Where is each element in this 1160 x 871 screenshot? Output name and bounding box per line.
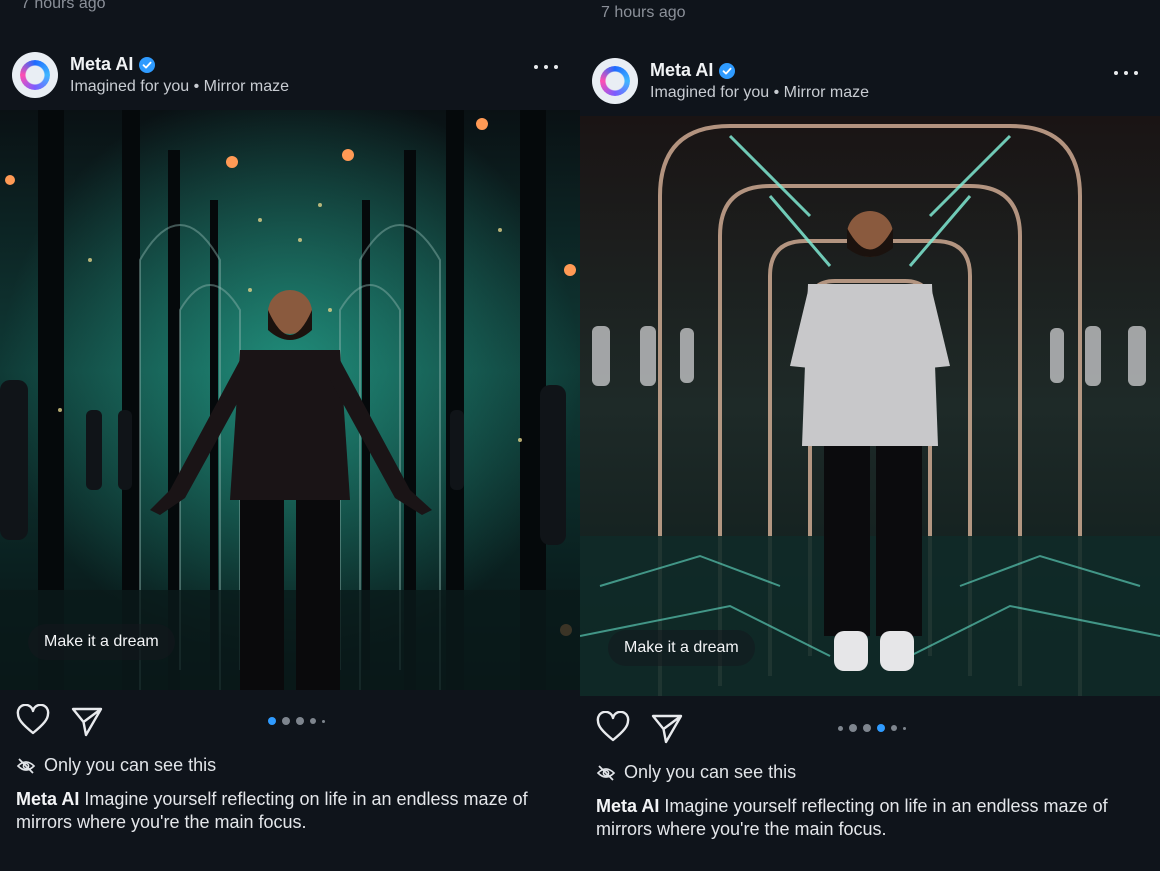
post-header: Meta AI Imagined for you • Mirror maze: [592, 58, 1148, 106]
author-name[interactable]: Meta AI: [650, 60, 713, 81]
carousel-indicator: [838, 724, 906, 732]
author-name[interactable]: Meta AI: [70, 54, 133, 75]
heart-icon[interactable]: [16, 704, 50, 738]
carousel-dot: [863, 724, 871, 732]
caption-author[interactable]: Meta AI: [596, 796, 659, 816]
more-options-icon[interactable]: [1114, 66, 1140, 80]
carousel-dot: [891, 725, 897, 731]
post-image[interactable]: Make it a dream: [580, 116, 1160, 696]
eye-off-icon: [16, 757, 36, 774]
more-options-icon[interactable]: [534, 60, 560, 74]
caption-text: Imagine yourself reflecting on life in a…: [16, 789, 528, 832]
verified-badge-icon: [719, 62, 736, 79]
meta-ai-avatar[interactable]: [12, 52, 58, 98]
privacy-text: Only you can see this: [624, 762, 797, 782]
caption-text: Imagine yourself reflecting on life in a…: [596, 796, 1108, 839]
post-caption: Meta AI Imagine yourself reflecting on l…: [16, 788, 560, 834]
carousel-dot: [310, 718, 316, 724]
carousel-dot: [268, 717, 276, 725]
privacy-notice: Only you can see this: [596, 762, 796, 783]
carousel-dot: [322, 719, 325, 723]
make-it-a-dream-button[interactable]: Make it a dream: [608, 630, 755, 666]
carousel-dot: [296, 717, 304, 725]
verified-badge-icon: [139, 56, 156, 73]
privacy-notice: Only you can see this: [16, 755, 216, 776]
make-it-a-dream-button[interactable]: Make it a dream: [28, 624, 175, 660]
caption-author[interactable]: Meta AI: [16, 789, 79, 809]
share-paper-plane-icon[interactable]: [650, 711, 684, 745]
post-timestamp: 7 hours ago: [601, 4, 686, 21]
carousel-dot: [838, 725, 843, 731]
post-timestamp: 7 hours ago: [21, 0, 106, 12]
mirror-maze-image: [580, 116, 1160, 696]
carousel-dot: [903, 726, 906, 730]
carousel-dot: [849, 724, 857, 732]
carousel-dot: [282, 717, 290, 725]
mirror-maze-image: [0, 110, 580, 690]
post-header: Meta AI Imagined for you • Mirror maze: [12, 52, 568, 100]
post-card-2: 7 hours ago Meta AI Imagined for you • M…: [580, 0, 1160, 871]
post-subtitle: Imagined for you • Mirror maze: [650, 84, 870, 101]
eye-off-icon: [596, 764, 616, 781]
privacy-text: Only you can see this: [44, 755, 217, 775]
heart-icon[interactable]: [596, 711, 630, 745]
post-subtitle: Imagined for you • Mirror maze: [70, 78, 290, 95]
meta-ai-avatar[interactable]: [592, 58, 638, 104]
carousel-indicator: [268, 717, 325, 725]
carousel-dot: [877, 724, 885, 732]
post-card-1: 7 hours ago Meta AI Imagined for you • M…: [0, 0, 580, 871]
post-image[interactable]: Make it a dream: [0, 110, 580, 690]
post-caption: Meta AI Imagine yourself reflecting on l…: [596, 795, 1140, 841]
share-paper-plane-icon[interactable]: [70, 704, 104, 738]
